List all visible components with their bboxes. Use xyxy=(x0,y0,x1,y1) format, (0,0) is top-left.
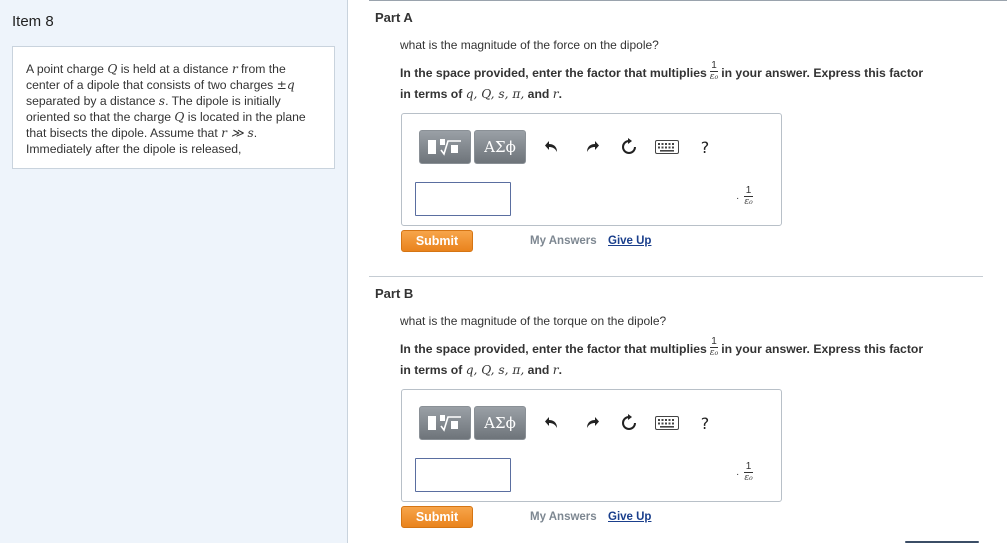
instruction-vars: q, Q, s, π, xyxy=(465,87,525,102)
frac-numerator: 1 xyxy=(709,336,719,349)
part-b-title: Part B xyxy=(375,286,414,301)
problem-text: separated by a distance xyxy=(26,94,159,108)
answer-suffix: · 1 ε₀ xyxy=(736,461,756,485)
help-icon[interactable]: ? xyxy=(694,412,716,434)
math-toolbar: ΑΣϕ ? xyxy=(419,406,759,442)
help-icon[interactable]: ? xyxy=(694,136,716,158)
instruction-vars: q, Q, s, π, xyxy=(465,363,525,378)
undo-icon[interactable] xyxy=(541,136,563,158)
part-a-answer-box: ΑΣϕ ? · 1 ε₀ xyxy=(401,113,782,226)
parts-panel: Part A what is the magnitude of the forc… xyxy=(349,0,1007,543)
item-panel: Item 8 A point charge Q is held at a dis… xyxy=(0,0,348,543)
var-pm-q: ±q xyxy=(276,78,295,92)
problem-text: A point charge xyxy=(26,62,108,76)
multiply-dot: · xyxy=(736,469,740,480)
part-a-question: what is the magnitude of the force on th… xyxy=(400,38,659,52)
answer-suffix: · 1 ε₀ xyxy=(736,185,756,209)
math-toolbar: ΑΣϕ ? xyxy=(419,130,759,166)
templates-button[interactable] xyxy=(419,406,471,440)
part-a-my-answers-link[interactable]: My Answers xyxy=(530,235,597,247)
part-a-submit-button[interactable]: Submit xyxy=(401,230,473,252)
part-a-title: Part A xyxy=(375,10,413,25)
undo-icon[interactable] xyxy=(541,412,563,434)
multiply-dot: · xyxy=(736,193,740,204)
part-b-submit-button[interactable]: Submit xyxy=(401,506,473,528)
greek-letters-button[interactable]: ΑΣϕ xyxy=(474,130,526,164)
part-a-instruction: In the space provided, enter the factor … xyxy=(400,60,985,105)
instruction-text: In the space provided, enter the factor … xyxy=(400,342,707,356)
redo-icon[interactable] xyxy=(581,136,603,158)
item-title: Item 8 xyxy=(12,13,54,30)
top-divider xyxy=(369,0,1007,1)
problem-text: is held at a distance xyxy=(117,62,232,76)
one-over-epsilon0: 1 ε₀ xyxy=(709,336,719,359)
redo-icon[interactable] xyxy=(581,412,603,434)
reset-icon[interactable] xyxy=(618,412,640,434)
templates-button[interactable] xyxy=(419,130,471,164)
instruction-text: in your answer. Express this factor xyxy=(721,66,924,80)
templates-icon xyxy=(427,414,463,432)
one-over-epsilon0: 1 ε₀ xyxy=(709,60,719,83)
frac-numerator: 1 xyxy=(744,461,753,473)
instruction-text: . xyxy=(558,87,562,102)
part-a-answer-input[interactable] xyxy=(415,182,511,216)
part-b-my-answers-link[interactable]: My Answers xyxy=(530,511,597,523)
part-b-answer-box: ΑΣϕ ? · 1 ε₀ xyxy=(401,389,782,502)
part-b-question: what is the magnitude of the torque on t… xyxy=(400,314,667,328)
frac-numerator: 1 xyxy=(744,185,753,197)
one-over-epsilon0: 1 ε₀ xyxy=(744,185,753,207)
part-divider xyxy=(369,276,983,277)
instruction-text: in your answer. Express this factor xyxy=(721,342,924,356)
keyboard-icon[interactable] xyxy=(653,412,681,434)
var-Q: Q xyxy=(107,62,118,76)
frac-numerator: 1 xyxy=(709,60,719,73)
frac-denominator: ε₀ xyxy=(744,473,753,483)
keyboard-icon[interactable] xyxy=(653,136,681,158)
templates-icon xyxy=(427,138,463,156)
frac-denominator: ε₀ xyxy=(744,197,753,207)
instruction-text: . xyxy=(558,363,562,378)
frac-denominator: ε₀ xyxy=(709,348,719,359)
instruction-text: and xyxy=(527,87,550,102)
var-Q: Q xyxy=(174,110,185,124)
part-b-instruction: In the space provided, enter the factor … xyxy=(400,336,985,381)
one-over-epsilon0: 1 ε₀ xyxy=(744,461,753,483)
frac-denominator: ε₀ xyxy=(709,72,719,83)
var-condition: r ≫ s xyxy=(221,126,254,140)
instruction-text: and xyxy=(527,363,550,378)
greek-letters-button[interactable]: ΑΣϕ xyxy=(474,406,526,440)
part-b-answer-input[interactable] xyxy=(415,458,511,492)
part-a-give-up-link[interactable]: Give Up xyxy=(608,235,651,247)
reset-icon[interactable] xyxy=(618,136,640,158)
instruction-text: In the space provided, enter the factor … xyxy=(400,66,707,80)
instruction-text: in terms of xyxy=(400,87,463,102)
problem-statement: A point charge Q is held at a distance r… xyxy=(12,46,335,169)
part-b-give-up-link[interactable]: Give Up xyxy=(608,511,651,523)
instruction-text: in terms of xyxy=(400,363,463,378)
